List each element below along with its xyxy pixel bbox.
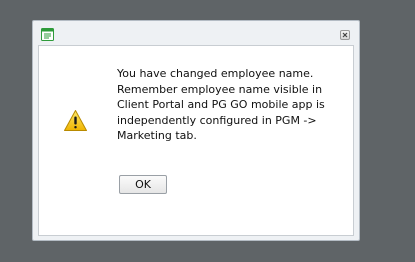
warning-icon xyxy=(63,109,88,132)
message-line: independently configured in PGM -> xyxy=(117,113,317,127)
dialog-message: You have changed employee name. Remember… xyxy=(117,66,349,144)
message-line: Remember employee name visible in xyxy=(117,82,323,96)
message-line: You have changed employee name. xyxy=(117,67,314,80)
message-dialog: You have changed employee name. Remember… xyxy=(32,20,360,241)
message-line: Client Portal and PG GO mobile app is xyxy=(117,98,325,112)
ok-button[interactable]: OK xyxy=(119,175,167,194)
app-window-icon xyxy=(41,26,54,41)
close-button[interactable] xyxy=(340,30,350,40)
message-line: Marketing tab. xyxy=(117,129,197,143)
close-icon xyxy=(342,32,348,38)
dialog-content: You have changed employee name. Remember… xyxy=(38,45,354,236)
dialog-titlebar[interactable] xyxy=(33,21,359,45)
